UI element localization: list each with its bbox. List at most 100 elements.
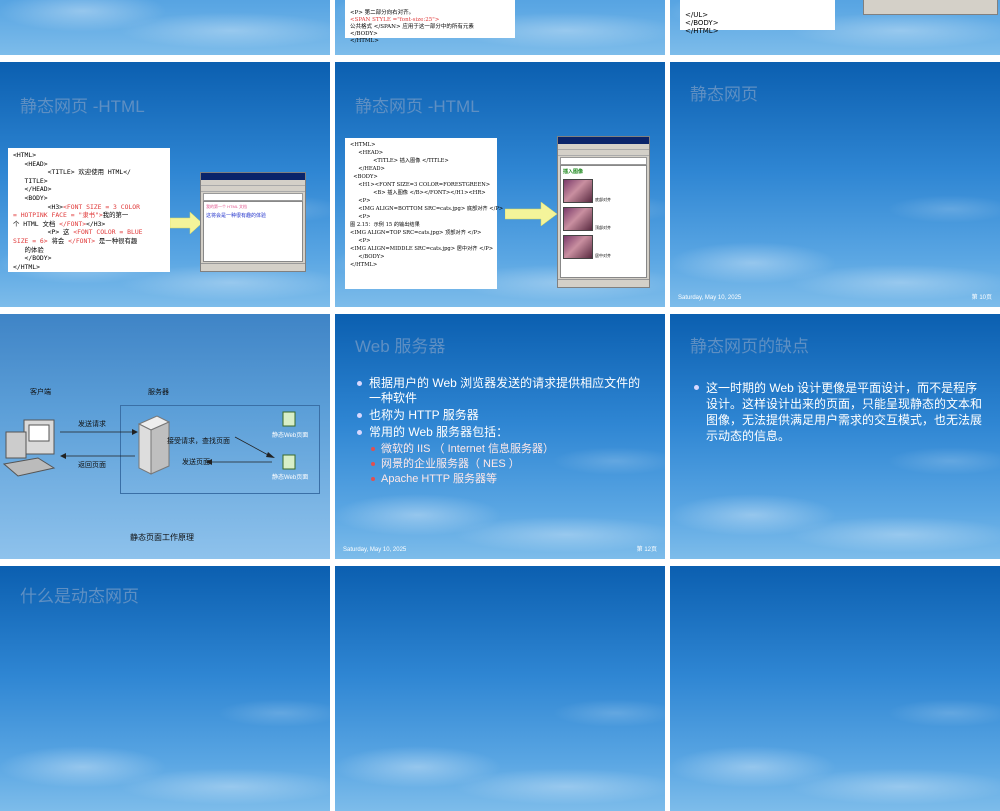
code-line: SIZE = 6>: [13, 236, 48, 245]
slide-top-1[interactable]: [0, 0, 330, 55]
file-icon: [282, 411, 296, 427]
send-request-label: 发送请求: [78, 421, 106, 428]
slide-web-server[interactable]: Web 服务器 根据用户的 Web 浏览器发送的请求提供相应文件的一种软件 也称…: [335, 314, 665, 559]
image-row: 顶部对齐: [563, 207, 644, 231]
slide-static-drawbacks[interactable]: 静态网页的缺点 这一时期的 Web 设计更像是平面设计，而不是程序设计。这样设计…: [670, 314, 1000, 559]
bullet-item: 这一时期的 Web 设计更像是平面设计，而不是程序设计。这样设计出来的页面，只能…: [692, 380, 984, 444]
slide-page-number: 第 12页: [636, 547, 657, 553]
image-row: 居中对齐: [563, 235, 644, 259]
code-line: <SPAN STYLE ="font-size:25">: [350, 17, 440, 23]
right-arrow-icon: [170, 212, 202, 234]
bullet-list: 根据用户的 Web 浏览器发送的请求提供相应文件的一种软件 也称为 HTTP 服…: [355, 376, 645, 487]
code-line: <P> 这: [13, 228, 74, 237]
cat-image: [563, 179, 593, 203]
code-line: <HTML>: [350, 142, 376, 148]
image-caption: 底部对齐: [595, 197, 611, 202]
code-line: <H1><FONT SIZE=3 COLOR=FORESTGREEN>: [350, 182, 491, 188]
code-line: </UL>: [685, 11, 709, 19]
slide-dynamic-web[interactable]: 什么是动态网页: [0, 566, 330, 811]
html-code-box: <HTML> <HEAD> <TITLE> 插入图像 </TITLE> </HE…: [345, 138, 504, 289]
browser-heading: 插入图像: [563, 169, 584, 175]
code-line: 图 2.15：示例 15 的输出结果: [350, 222, 420, 228]
browser-screenshot: 我的第一个 HTML 文档 这将会是一种很有趣的体验: [200, 172, 306, 272]
code-line: </BODY>: [350, 254, 385, 260]
sub-bullet-item: 微软的 IIS （ Internet 信息服务器）: [355, 442, 645, 457]
code-box: </UL> </BODY> </HTML>: [680, 0, 835, 35]
bullet-item: 根据用户的 Web 浏览器发送的请求提供相应文件的一种软件: [355, 376, 645, 406]
code-line: <P>: [350, 214, 371, 220]
right-arrow-icon: [505, 202, 557, 226]
code-line: TITLE>: [13, 176, 48, 185]
browser-heading: 我的第一个 HTML 文档: [206, 204, 247, 209]
code-line: <BODY>: [350, 174, 378, 180]
code-line: 我的第一: [102, 211, 129, 220]
code-line: </HEAD>: [350, 166, 385, 172]
code-line: <IMG ALIGN=TOP SRC=cats.jpg> 顶部对齐 </P>: [350, 230, 482, 236]
code-line: </HTML>: [685, 27, 719, 35]
code-line: <IMG ALIGN=MIDDLE SRC=cats.jpg> 居中对齐 </P…: [350, 246, 494, 252]
slide-title: 什么是动态网页: [20, 587, 139, 606]
code-line: <B> 插入图像 </B></FONT></H1><HR>: [350, 190, 486, 196]
code-line: 是一种很有趣: [95, 236, 138, 245]
code-line: <FONT SIZE = 3 COLOR: [63, 202, 140, 211]
cat-image: [563, 207, 593, 231]
code-line: </HEAD>: [13, 185, 52, 194]
slide-title: 静态网页: [690, 85, 758, 104]
slide-date: Saturday, May 10, 2025: [343, 547, 407, 553]
slide-static-web[interactable]: 静态网页 Saturday, May 10, 2025 第 10页: [670, 62, 1000, 307]
code-line: 公共格式 </SPAN> 应用于这一部分中的所有元素: [350, 24, 474, 30]
slide-page-number: 第 10页: [971, 295, 992, 301]
file-icon: [282, 454, 296, 470]
slide-top-3[interactable]: </UL> </BODY> </HTML>: [670, 0, 1000, 55]
slide-date: Saturday, May 10, 2025: [678, 295, 742, 301]
code-line: </BODY>: [13, 254, 52, 263]
code-line: = HOTPINK FACE = "隶书">: [13, 211, 103, 220]
code-line: 将会: [47, 236, 69, 245]
bullet-item: 也称为 HTTP 服务器: [355, 408, 645, 423]
html-code-box: <HTML> <HEAD> <TITLE> 欢迎使用 HTML</ TITLE>…: [8, 148, 170, 272]
slide-bottom-3[interactable]: [670, 566, 1000, 811]
sub-bullet-item: 网景的企业服务器（ NES ）: [355, 457, 645, 472]
code-line: <H3>: [13, 202, 64, 211]
code-line: <BODY>: [13, 193, 48, 202]
code-line: <TITLE> 插入图像 </TITLE>: [350, 158, 449, 164]
bullet-item: 常用的 Web 服务器包括：: [355, 425, 645, 440]
slide-static-principle[interactable]: 客户端 服务器 发送请求 返回页面 接受请求，查找页面 发送页面 静态Web页面…: [0, 314, 330, 559]
code-line: </FONT>: [68, 236, 96, 245]
code-line: <FONT COLOR = BLUE: [73, 228, 143, 237]
static-page-label-1: 静态Web页面: [272, 433, 309, 439]
code-line: <IMG ALIGN=BOTTOM SRC=cats.jpg> 底部对齐 </P…: [350, 206, 504, 212]
slide-title: 静态网页的缺点: [690, 337, 809, 356]
slide-title: 静态网页 -HTML: [355, 97, 480, 116]
static-page-label-2: 静态Web页面: [272, 475, 309, 481]
code-line: </BODY>: [350, 31, 378, 37]
slide-bottom-2[interactable]: [335, 566, 665, 811]
image-caption: 居中对齐: [595, 253, 611, 258]
code-line: <P> 第二部分向右对齐。: [350, 10, 415, 16]
diagram-caption: 静态页面工作原理: [130, 533, 194, 542]
send-page-label: 发送页面: [182, 459, 210, 466]
code-line: <P>: [350, 238, 371, 244]
browser-screenshot: 插入图像 底部对齐顶部对齐居中对齐: [557, 136, 650, 288]
code-line: <P>: [350, 198, 371, 204]
code-line: </HTML>: [350, 262, 378, 268]
code-line: <HTML>: [13, 151, 37, 159]
bullet-list: 这一时期的 Web 设计更像是平面设计，而不是程序设计。这样设计出来的页面，只能…: [692, 380, 984, 446]
code-line: </HTML>: [13, 262, 40, 271]
code-line: </BODY>: [685, 19, 719, 27]
cat-image: [563, 235, 593, 259]
receive-request-label: 接受请求，查找页面: [167, 438, 230, 445]
image-row: 底部对齐: [563, 179, 644, 203]
slide-title: Web 服务器: [355, 337, 446, 356]
code-box: <P> 第二部分向右对齐。 <SPAN STYLE ="font-size:25…: [345, 0, 515, 44]
slide-static-html-2[interactable]: 静态网页 -HTML <HTML> <HEAD> <TITLE> 插入图像 </…: [335, 62, 665, 307]
code-line: </H3>: [86, 219, 106, 228]
browser-screenshot: [863, 0, 998, 15]
code-line: 的体验: [13, 245, 44, 254]
slide-static-html-1[interactable]: 静态网页 -HTML <HTML> <HEAD> <TITLE> 欢迎使用 HT…: [0, 62, 330, 307]
code-line: </HTML>: [350, 38, 379, 44]
return-page-label: 返回页面: [78, 462, 106, 469]
image-caption: 顶部对齐: [595, 225, 611, 230]
code-line: <HEAD>: [350, 150, 384, 156]
slide-top-2[interactable]: <P> 第二部分向右对齐。 <SPAN STYLE ="font-size:25…: [335, 0, 665, 55]
